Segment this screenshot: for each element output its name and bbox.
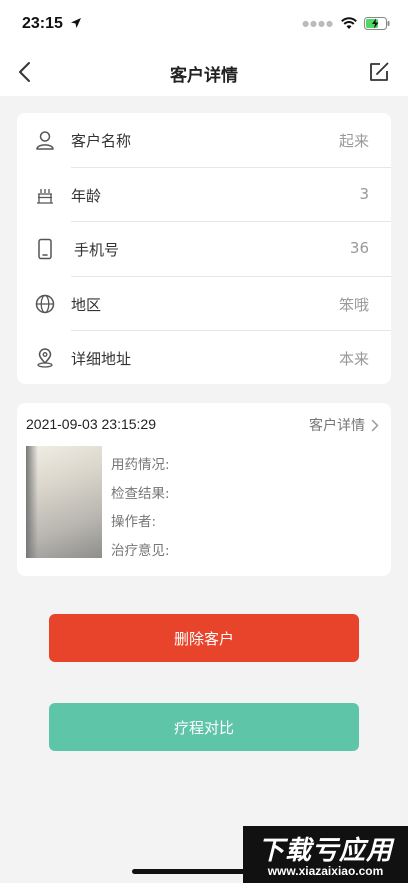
treatment-record-card[interactable]: 2021-09-03 23:15:29 客户详情 用药情况: 检查结果: 操作者… [17,403,391,576]
info-value: 36 [349,239,369,257]
field-exam-result: 检查结果: [111,485,170,502]
status-indicators: ●●●● [302,17,390,30]
battery-charging-icon [364,17,390,30]
photo-shadow [26,446,38,558]
course-compare-button[interactable]: 疗程对比 [49,703,359,751]
phone-icon [38,238,52,260]
record-detail-link[interactable]: 客户详情 [309,415,379,435]
cake-icon [37,188,53,204]
field-medication: 用药情况: [111,457,170,473]
info-row-phone: 手机号 36 [17,222,391,277]
info-label: 详细地址 [71,350,132,368]
record-photo[interactable] [26,446,102,558]
edit-icon[interactable] [368,61,390,83]
wifi-icon [341,17,357,29]
page-title: 客户详情 [170,66,238,86]
info-row-address: 详细地址 本来 [17,331,391,386]
customer-info-card: 客户名称 起来 年龄 3 手机号 36 地区 笨哦 详细地址 本来 [17,113,391,384]
info-value: 起来 [338,132,369,150]
watermark: 下载亏应用 www.xiazaixiao.com [243,826,408,883]
info-row-age: 年龄 3 [17,168,391,222]
info-value: 3 [359,184,369,203]
user-icon [36,131,54,150]
status-time: 23:15 [22,15,63,32]
signal-dots-icon: ●●●● [302,19,334,28]
record-detail-label: 客户详情 [309,418,365,434]
status-bar: 23:15 ●●●● [0,0,408,50]
chevron-right-icon [371,419,379,431]
record-datetime: 2021-09-03 23:15:29 [26,416,156,432]
location-arrow-icon [71,18,81,28]
info-value: 本来 [338,350,369,368]
field-operator: 操作者: [111,514,157,530]
navigation-bar: 客户详情 [0,50,408,96]
info-row-region: 地区 笨哦 [17,277,391,331]
watermark-title: 下载亏应用 [257,836,393,866]
delete-customer-button[interactable]: 删除客户 [49,614,359,662]
info-label: 客户名称 [71,132,132,150]
info-label: 地区 [71,295,102,314]
info-label: 年龄 [71,186,102,205]
globe-icon [35,294,55,313]
info-value: 笨哦 [338,295,369,314]
record-fields: 用药情况: 检查结果: 操作者: 治疗意见: [111,451,170,565]
location-pin-icon [37,348,53,368]
watermark-url: www.xiazaixiao.com [267,864,384,878]
info-row-name: 客户名称 起来 [17,113,391,168]
field-treatment-opinion: 治疗意见: [111,542,170,559]
info-label: 手机号 [74,241,120,259]
